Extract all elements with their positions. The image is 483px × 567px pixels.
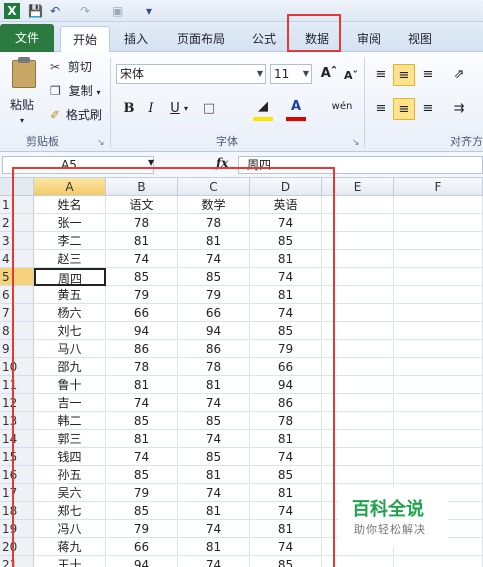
- excel-app-icon[interactable]: X: [4, 3, 20, 19]
- data-tab-highlight: [287, 14, 341, 52]
- align-middle-icon[interactable]: ≡: [393, 64, 415, 86]
- alignment-group-label: 对齐方: [450, 135, 483, 148]
- orientation-icon[interactable]: ⇗: [448, 64, 470, 86]
- tab-insert[interactable]: 插入: [112, 26, 160, 52]
- cell[interactable]: [394, 340, 483, 358]
- underline-dropdown-icon[interactable]: ▾: [184, 100, 188, 118]
- cell[interactable]: [394, 358, 483, 376]
- format-painter-button[interactable]: ✐ 格式刷: [50, 106, 102, 124]
- cell[interactable]: [394, 250, 483, 268]
- italic-button[interactable]: I: [140, 98, 162, 120]
- cut-label: 剪切: [67, 60, 92, 74]
- watermark-title: 百科全说: [352, 499, 424, 520]
- font-size-value: 11: [274, 67, 290, 81]
- tab-review[interactable]: 审阅: [346, 26, 392, 52]
- tab-view[interactable]: 视图: [396, 26, 444, 52]
- cell[interactable]: [394, 394, 483, 412]
- clipboard-launcher-icon[interactable]: ↘: [97, 134, 105, 152]
- cut-button[interactable]: ✂ 剪切: [50, 58, 92, 76]
- paste-icon: [12, 60, 36, 88]
- bold-button[interactable]: B: [118, 98, 140, 120]
- font-group-label: 字体: [216, 135, 238, 148]
- chevron-down-icon: ▼: [302, 69, 309, 78]
- data-range-highlight: [12, 167, 335, 567]
- fill-color-swatch: [253, 117, 273, 121]
- copy-icon: ❐: [50, 84, 61, 98]
- ribbon-separator: [110, 58, 111, 148]
- print-preview-icon[interactable]: ▣: [112, 3, 123, 19]
- cell[interactable]: [394, 376, 483, 394]
- ribbon-separator: [364, 58, 365, 148]
- customize-toolbar-icon[interactable]: ▾: [146, 3, 152, 19]
- font-color-icon[interactable]: A: [285, 96, 307, 118]
- cell[interactable]: [394, 448, 483, 466]
- tab-page-layout[interactable]: 页面布局: [166, 26, 236, 52]
- cell[interactable]: [394, 322, 483, 340]
- scissors-icon: ✂: [50, 60, 61, 74]
- copy-dropdown-icon[interactable]: ▾: [96, 88, 100, 97]
- cell[interactable]: [394, 232, 483, 250]
- chevron-down-icon: ▼: [256, 69, 263, 78]
- cell[interactable]: [394, 286, 483, 304]
- brush-icon: ✐: [50, 108, 61, 122]
- font-size-combo[interactable]: 11 ▼: [270, 64, 312, 84]
- clipboard-group-label: 剪贴板: [26, 135, 59, 148]
- grow-font-icon[interactable]: Aˆ: [318, 63, 340, 85]
- align-left-icon[interactable]: ≡: [370, 98, 392, 120]
- name-box-dropdown-icon[interactable]: ▼: [148, 158, 154, 167]
- copy-button[interactable]: ❐ 复制 ▾: [50, 82, 100, 102]
- ribbon-tabs: 文件 开始 插入 页面布局 公式 数据 审阅 视图: [0, 22, 483, 52]
- watermark-subtitle: 助你轻松解决: [354, 523, 426, 536]
- cell[interactable]: [394, 268, 483, 286]
- save-icon[interactable]: 💾: [28, 3, 43, 19]
- tab-home[interactable]: 开始: [60, 26, 110, 52]
- cell[interactable]: [394, 430, 483, 448]
- format-painter-label: 格式刷: [65, 108, 102, 122]
- cell[interactable]: [394, 466, 483, 484]
- undo-icon[interactable]: ↶: [50, 3, 60, 19]
- align-center-icon[interactable]: ≡: [393, 98, 415, 120]
- quick-access-toolbar: X 💾 ↶ ↷ ▣ ▾: [0, 0, 483, 22]
- indent-icon[interactable]: ⇉: [448, 98, 470, 120]
- align-right-icon[interactable]: ≡: [417, 98, 439, 120]
- border-icon[interactable]: □: [198, 98, 220, 120]
- fill-color-icon[interactable]: ◢: [252, 96, 274, 118]
- font-launcher-icon[interactable]: ↘: [352, 134, 360, 152]
- shrink-font-icon[interactable]: Aˇ: [340, 65, 362, 87]
- cell[interactable]: [394, 412, 483, 430]
- copy-label: 复制: [68, 84, 93, 98]
- tab-formulas[interactable]: 公式: [240, 26, 288, 52]
- cell[interactable]: [394, 214, 483, 232]
- cell[interactable]: [394, 556, 483, 567]
- font-name-value: 宋体: [120, 67, 145, 81]
- ribbon-home: 粘贴 ▾ ✂ 剪切 ❐ 复制 ▾ ✐ 格式刷 剪贴板 ↘ 宋体 ▼ 11 ▼ A…: [0, 52, 483, 152]
- paste-button[interactable]: 粘贴 ▾: [6, 56, 44, 126]
- align-bottom-icon[interactable]: ≡: [417, 64, 439, 86]
- paste-dropdown-icon[interactable]: ▾: [20, 112, 24, 130]
- font-name-combo[interactable]: 宋体 ▼: [116, 64, 266, 84]
- phonetic-icon[interactable]: wén: [328, 96, 356, 118]
- redo-icon[interactable]: ↷: [80, 3, 90, 19]
- align-top-icon[interactable]: ≡: [370, 64, 392, 86]
- cell[interactable]: [394, 196, 483, 214]
- clip-icon: [18, 57, 30, 63]
- underline-button[interactable]: U: [164, 98, 186, 120]
- watermark: 百科全说 助你轻松解决: [338, 487, 448, 547]
- tab-file[interactable]: 文件: [0, 24, 54, 52]
- cell[interactable]: [394, 304, 483, 322]
- column-header-f[interactable]: F: [394, 178, 483, 196]
- font-color-swatch: [286, 117, 306, 121]
